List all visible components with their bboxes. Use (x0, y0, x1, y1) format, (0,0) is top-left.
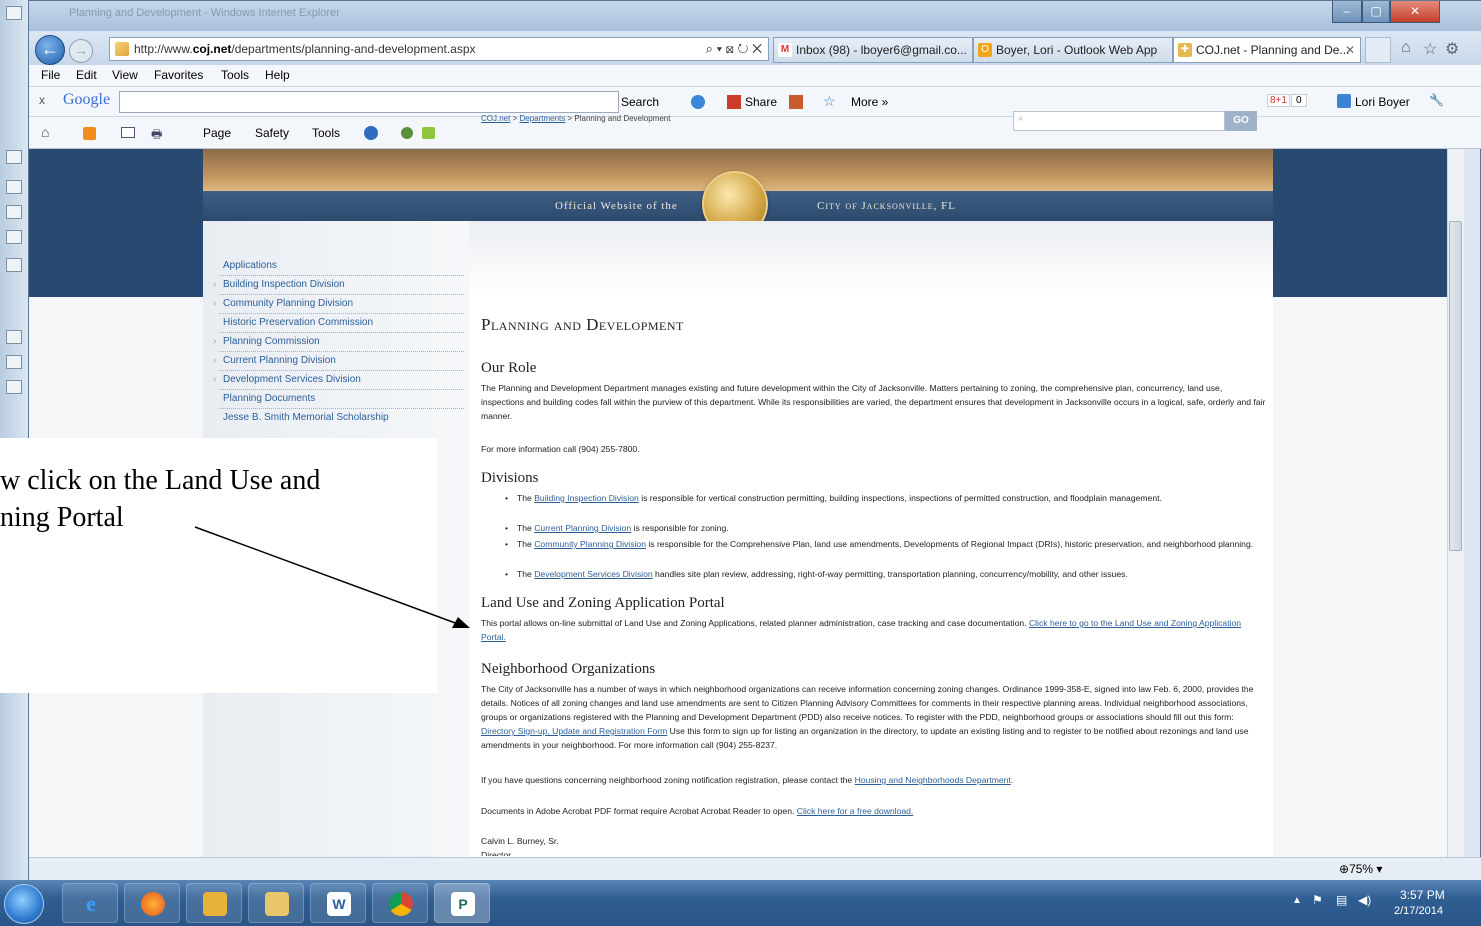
taskbar-explorer[interactable] (248, 883, 304, 923)
taskbar-ie[interactable]: e (62, 883, 118, 923)
clock-time[interactable]: 3:57 PM (1400, 888, 1445, 902)
firefox-icon (141, 892, 165, 916)
taskbar-publisher[interactable]: P (434, 883, 490, 923)
publisher-icon: P (451, 892, 475, 916)
annotation-arrow (194, 526, 470, 628)
taskbar-word[interactable]: W (310, 883, 366, 923)
show-hidden-icons[interactable]: ▲ (1292, 895, 1302, 906)
taskbar-firefox[interactable] (124, 883, 180, 923)
clock-date[interactable]: 2/17/2014 (1394, 905, 1443, 917)
taskbar-outlook[interactable] (186, 883, 242, 923)
start-button[interactable] (4, 884, 44, 924)
arrow-line (194, 526, 459, 625)
chrome-icon (389, 892, 413, 916)
internet-explorer-icon: e (86, 891, 96, 916)
taskbar-chrome[interactable] (372, 883, 428, 923)
action-center-icon[interactable]: ⚑ (1312, 893, 1323, 907)
network-icon[interactable]: ▤ (1336, 893, 1347, 907)
volume-icon[interactable]: ◀) (1358, 893, 1371, 907)
outlook-icon (203, 892, 227, 916)
folder-icon (265, 892, 289, 916)
word-icon: W (327, 892, 351, 916)
